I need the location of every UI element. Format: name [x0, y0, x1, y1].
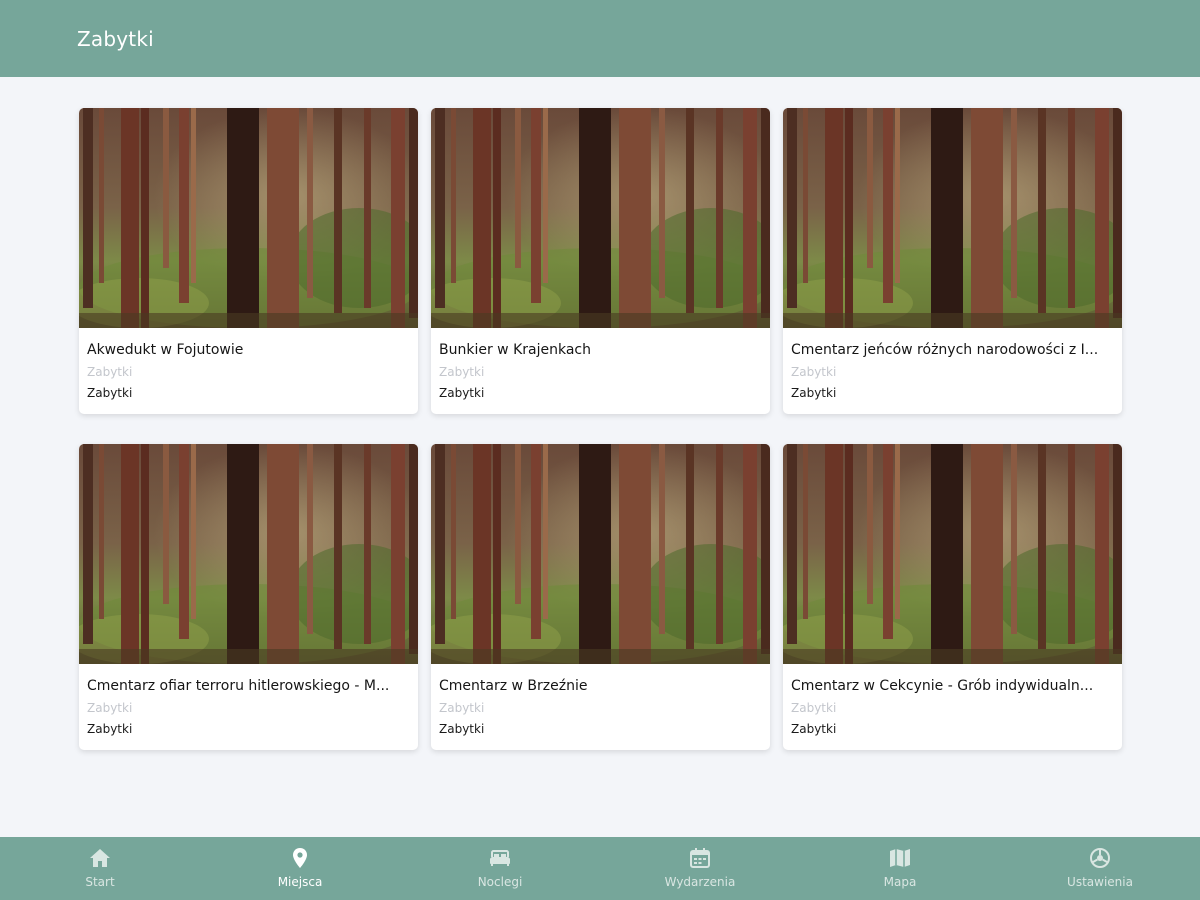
card-body: Bunkier w Krajenkach Zabytki Zabytki — [431, 328, 770, 402]
nav-item-noclegi[interactable]: Noclegi — [400, 837, 600, 900]
place-photo — [431, 444, 770, 664]
page-title: Zabytki — [77, 27, 154, 51]
place-title: Akwedukt w Fojutowie — [87, 342, 244, 358]
place-category: Zabytki — [439, 722, 485, 736]
place-card[interactable]: Cmentarz jeńców różnych narodowości z I.… — [783, 108, 1122, 414]
place-subtitle: Zabytki — [439, 701, 485, 715]
place-card[interactable]: Cmentarz w Brzeźnie Zabytki Zabytki — [431, 444, 770, 750]
place-photo — [783, 444, 1122, 664]
place-category: Zabytki — [87, 722, 133, 736]
place-title: Cmentarz w Brzeźnie — [439, 678, 588, 694]
nav-item-wydarzenia[interactable]: Wydarzenia — [600, 837, 800, 900]
bottom-navigation: Start Miejsca Noclegi Wydarzenia Mapa Us… — [0, 837, 1200, 900]
nav-label: Ustawienia — [1067, 875, 1133, 889]
place-card[interactable]: Cmentarz ofiar terroru hitlerowskiego - … — [79, 444, 418, 750]
place-photo — [783, 108, 1122, 328]
place-photo — [431, 108, 770, 328]
place-title: Cmentarz jeńców różnych narodowości z I.… — [791, 342, 1099, 358]
place-subtitle: Zabytki — [791, 701, 837, 715]
card-body: Cmentarz w Brzeźnie Zabytki Zabytki — [431, 664, 770, 738]
place-subtitle: Zabytki — [439, 365, 485, 379]
calendar-icon — [690, 848, 710, 868]
place-title: Bunkier w Krajenkach — [439, 342, 591, 358]
settings-icon — [1090, 848, 1110, 868]
nav-label: Wydarzenia — [664, 875, 736, 889]
place-card[interactable]: Cmentarz w Cekcynie - Grób indywidualn..… — [783, 444, 1122, 750]
card-body: Cmentarz jeńców różnych narodowości z I.… — [783, 328, 1122, 402]
place-card[interactable]: Akwedukt w Fojutowie Zabytki Zabytki — [79, 108, 418, 414]
nav-item-mapa[interactable]: Mapa — [800, 837, 1000, 900]
place-title: Cmentarz ofiar terroru hitlerowskiego - … — [87, 678, 390, 694]
bed-icon — [490, 850, 510, 866]
place-category: Zabytki — [87, 386, 133, 400]
home-icon — [90, 849, 110, 867]
map-pin-icon — [293, 848, 307, 868]
nav-item-ustawienia[interactable]: Ustawienia — [1000, 837, 1200, 900]
card-body: Akwedukt w Fojutowie Zabytki Zabytki — [79, 328, 418, 402]
place-photo — [79, 444, 418, 664]
place-category: Zabytki — [791, 386, 837, 400]
nav-label: Mapa — [883, 875, 917, 889]
nav-label: Noclegi — [477, 875, 523, 889]
map-icon — [890, 849, 910, 867]
place-card[interactable]: Bunkier w Krajenkach Zabytki Zabytki — [431, 108, 770, 414]
place-title: Cmentarz w Cekcynie - Grób indywidualn..… — [791, 678, 1094, 694]
app-header: Zabytki — [0, 0, 1200, 77]
place-subtitle: Zabytki — [791, 365, 837, 379]
places-grid: Akwedukt w Fojutowie Zabytki Zabytki Bun… — [79, 108, 1123, 750]
card-body: Cmentarz w Cekcynie - Grób indywidualn..… — [783, 664, 1122, 738]
place-category: Zabytki — [791, 722, 837, 736]
place-category: Zabytki — [439, 386, 485, 400]
nav-item-start[interactable]: Start — [0, 837, 200, 900]
nav-label: Start — [85, 875, 115, 889]
place-subtitle: Zabytki — [87, 365, 133, 379]
place-subtitle: Zabytki — [87, 701, 133, 715]
place-photo — [79, 108, 418, 328]
card-body: Cmentarz ofiar terroru hitlerowskiego - … — [79, 664, 418, 738]
nav-label: Miejsca — [277, 875, 323, 889]
nav-item-miejsca[interactable]: Miejsca — [200, 837, 400, 900]
